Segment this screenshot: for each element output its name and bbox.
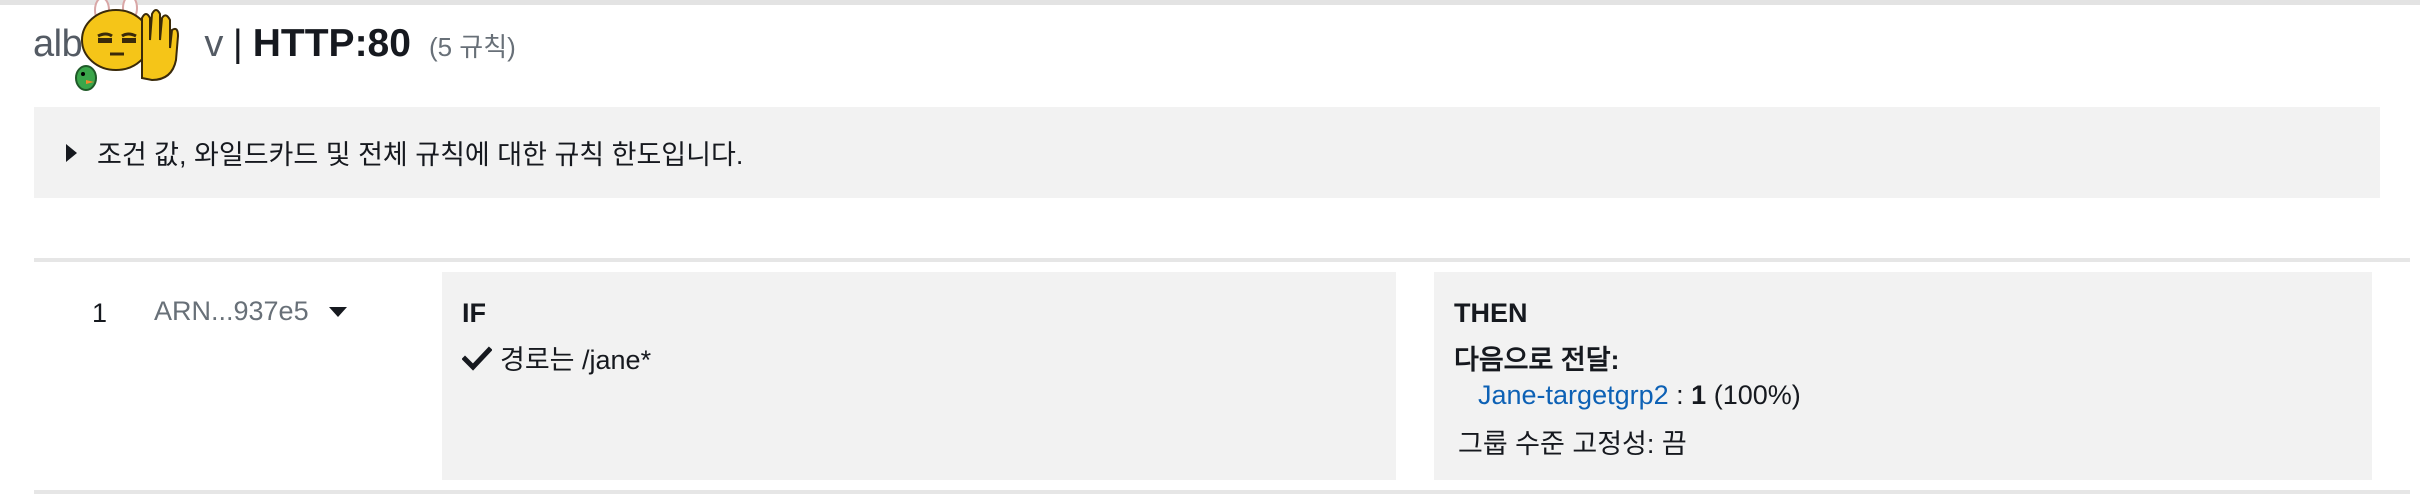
top-divider (0, 0, 2420, 5)
rule-priority: 1 (92, 298, 108, 328)
path-condition-text: 경로는 /jane* (500, 345, 652, 375)
then-label: THEN (1454, 298, 1528, 328)
forward-action-title: 다음으로 전달: (1454, 345, 1620, 375)
caret-down-icon (328, 306, 347, 317)
rule-divider-top (34, 258, 2410, 262)
group-stickiness: 그룹 수준 고정성: 끔 (1458, 429, 1687, 459)
target-weight-percent: (100%) (1713, 380, 1801, 410)
emoji-sticker (75, 0, 180, 91)
check-icon (462, 345, 492, 371)
rule-divider-bottom (34, 490, 2410, 494)
listener-protocol-port: HTTP:80 (252, 22, 411, 65)
if-conditions-panel: IF 경로는 /jane* (442, 272, 1396, 480)
target-group-line: Jane-targetgrp2 : 1 (100%) (1478, 380, 1801, 411)
if-label: IF (462, 298, 486, 328)
target-weight: 1 (1691, 380, 1707, 410)
rule-limits-text: 조건 값, 와일드카드 및 전체 규칙에 대한 규칙 한도입니다. (97, 140, 744, 170)
rule-row: 1 ARN...937e5 IF 경로는 /jane* THEN 다음으로 전달… (34, 272, 2410, 482)
path-condition: 경로는 /jane* (462, 338, 651, 377)
rule-count: (5 규칙) (428, 32, 516, 62)
target-group-link[interactable]: Jane-targetgrp2 (1478, 380, 1669, 410)
caret-right-icon (66, 143, 77, 162)
title-separator: | (232, 23, 243, 65)
rule-arn-dropdown[interactable]: ARN...937e5 (154, 296, 347, 327)
rule-limits-expander[interactable]: 조건 값, 와일드카드 및 전체 규칙에 대한 규칙 한도입니다. (34, 107, 2380, 198)
rule-arn-text: ARN...937e5 (154, 296, 309, 326)
then-actions-panel: THEN 다음으로 전달: Jane-targetgrp2 : 1 (100%)… (1434, 272, 2372, 480)
weight-separator: : (1676, 380, 1684, 410)
